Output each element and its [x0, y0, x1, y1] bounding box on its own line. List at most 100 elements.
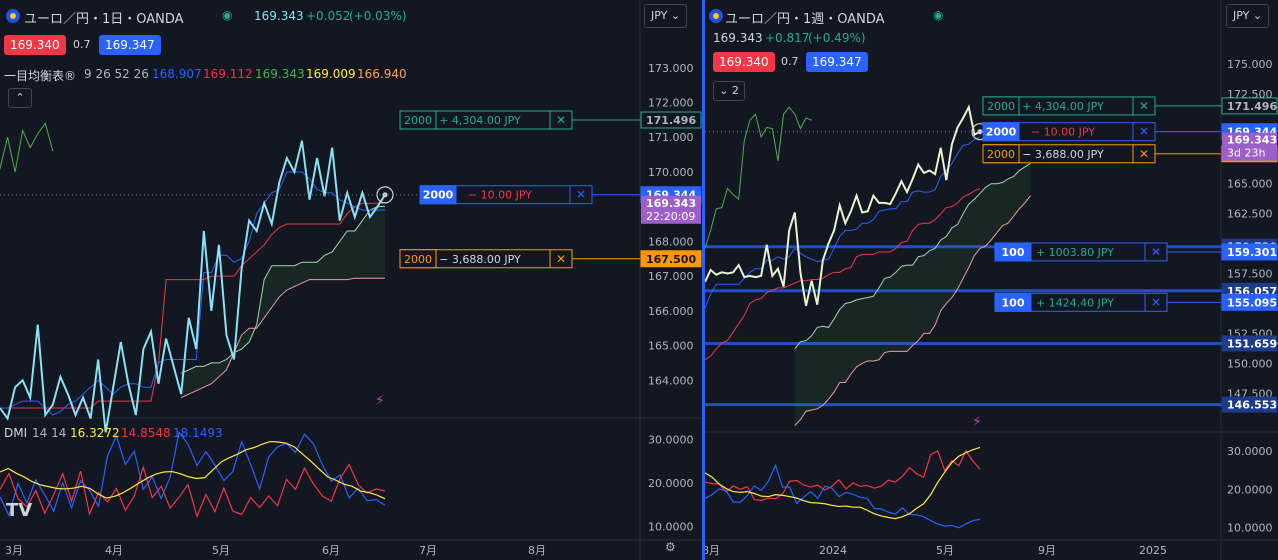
- time-tick-label: 2024: [819, 544, 847, 557]
- dmi-label[interactable]: DMI: [4, 426, 27, 440]
- dmi-value-minus: 14.8548: [121, 426, 171, 440]
- currency-select[interactable]: JPY ⌄: [644, 4, 688, 28]
- order-qty: 2000: [987, 148, 1015, 161]
- countdown-label: 3d 23h: [1227, 147, 1265, 160]
- price-change-pct: (+0.49%): [808, 31, 866, 45]
- order-pnl: + 4,304.00 JPY: [1022, 100, 1104, 113]
- buy-button[interactable]: 169.347: [99, 35, 161, 55]
- left-chart-svg[interactable]: 173.000 172.000 171.000 170.000 168.000 167.0…: [0, 0, 702, 560]
- close-order-icon: ✕: [556, 113, 566, 127]
- order-pnl: + 1003.80 JPY: [1036, 246, 1114, 259]
- dmi-tick-label: 20.0000: [1227, 483, 1273, 496]
- market-status-icon: ◉: [222, 8, 233, 22]
- dmi-minus-di-line: [0, 463, 386, 519]
- order-price-label: 171.496: [646, 114, 696, 127]
- price-change: +0.052: [306, 9, 351, 23]
- flash-icon[interactable]: ⚡: [972, 414, 982, 430]
- price-tick-label: 162.500: [1227, 208, 1273, 221]
- ichimoku-value-span-b: 166.940: [357, 67, 407, 81]
- dmi-plus-di-line: [0, 431, 386, 518]
- dmi-tick-label: 10.0000: [1227, 521, 1273, 534]
- collapse-indicators-button[interactable]: ⌃: [8, 88, 32, 108]
- price-tick-label: 165.000: [1227, 178, 1273, 191]
- price-change-pct: (+0.03%): [349, 9, 407, 23]
- price-tick-label: 164.000: [648, 374, 694, 387]
- time-tick-label: 8月: [528, 544, 546, 557]
- price-tick-label: 175.000: [1227, 58, 1273, 71]
- ichimoku-value-span-a: 169.009: [306, 67, 356, 81]
- symbol-logo-icon: [708, 8, 724, 27]
- order-pnl: − 10.00 JPY: [1031, 126, 1095, 139]
- order-qty: 2000: [986, 126, 1017, 139]
- close-order-icon: ✕: [1139, 99, 1149, 113]
- time-tick-label: 7月: [419, 544, 437, 557]
- time-tick-label: 5月: [212, 544, 230, 557]
- dmi-minus-di-line: [705, 463, 981, 529]
- spread: 0.7: [73, 38, 91, 51]
- price-tick-label: 168.000: [648, 235, 694, 248]
- order-qty: 2000: [404, 253, 432, 266]
- market-status-icon: ◉: [933, 8, 944, 22]
- ichimoku-value-base: 169.112: [203, 67, 253, 81]
- order-qty: 100: [1002, 296, 1025, 309]
- chevron-up-icon: ⌃: [15, 91, 25, 104]
- dmi-tick-label: 10.0000: [648, 520, 694, 533]
- order-price-label: 171.496: [1227, 100, 1277, 113]
- order-pnl: − 3,688.00 JPY: [1022, 148, 1104, 161]
- order-qty: 2000: [404, 114, 432, 127]
- ichimoku-label[interactable]: 一目均衡表®: [4, 67, 76, 84]
- sell-button[interactable]: 169.340: [4, 35, 66, 55]
- dmi-adx-line: [0, 440, 386, 500]
- sell-button[interactable]: 169.340: [713, 52, 775, 72]
- price-tick-label: 150.000: [1227, 357, 1273, 370]
- time-tick-label: 3月: [5, 544, 23, 557]
- current-price-label: 169.343: [646, 197, 696, 210]
- buy-button[interactable]: 169.347: [806, 52, 868, 72]
- price-tick-label: 170.000: [648, 166, 694, 179]
- support-price-label: 146.553: [1227, 399, 1277, 412]
- close-order-icon: ✕: [1139, 125, 1149, 139]
- right-chart-svg[interactable]: 175.000172.500165.000162.500157.500152.5…: [705, 0, 1278, 560]
- close-order-icon: ✕: [556, 252, 566, 266]
- order-pnl: − 10.00 JPY: [468, 189, 532, 202]
- lagging-span-line: [0, 122, 54, 173]
- expand-indicators-button[interactable]: ⌄ 2: [713, 81, 745, 101]
- dmi-value-plus: 18.1493: [173, 426, 223, 440]
- order-qty: 100: [1002, 246, 1025, 259]
- last-price: 169.343: [713, 31, 763, 45]
- left-chart-pane[interactable]: 173.000 172.000 171.000 170.000 168.000 167.0…: [0, 0, 702, 560]
- price-change: +0.817: [765, 31, 810, 45]
- last-price: 169.343: [254, 9, 304, 23]
- dmi-value-adx: 16.3272: [70, 426, 120, 440]
- time-tick-label: 2025: [1139, 544, 1167, 557]
- close-order-icon: ✕: [1151, 295, 1161, 309]
- close-order-icon: ✕: [1151, 245, 1161, 259]
- currency-label: JPY: [651, 9, 668, 22]
- dmi-tick-label: 30.0000: [648, 433, 694, 446]
- currency-select[interactable]: JPY ⌄: [1226, 4, 1270, 28]
- price-tick-label: 171.000: [648, 131, 694, 144]
- price-tick-label: 157.500: [1227, 268, 1273, 281]
- order-pnl: + 1424.40 JPY: [1036, 296, 1114, 309]
- order-price-label: 159.301: [1227, 246, 1277, 259]
- order-price-label: 155.095: [1227, 296, 1277, 309]
- collapsed-count: 2: [731, 84, 739, 97]
- order-qty: 2000: [423, 189, 454, 202]
- time-tick-label: 8月: [705, 544, 720, 557]
- current-price-label: 169.343: [1227, 134, 1277, 147]
- price-tick-label: 173.000: [648, 62, 694, 75]
- order-pnl: + 4,304.00 JPY: [439, 114, 521, 127]
- settings-gear-icon[interactable]: ⚙: [665, 540, 676, 554]
- symbol-title[interactable]: ユーロ／円・1日・OANDA: [24, 8, 184, 27]
- right-chart-pane[interactable]: 175.000 172.500 165.000 162.500 157.500 152.5…: [705, 0, 1278, 560]
- symbol-title[interactable]: ユーロ／円・1週・OANDA: [725, 8, 885, 27]
- price-tick-label: 167.000: [648, 270, 694, 283]
- tradingview-logo: TV: [6, 500, 33, 521]
- price-tick-label: 166.000: [648, 305, 694, 318]
- time-tick-label: 6月: [322, 544, 340, 557]
- flash-icon[interactable]: ⚡: [375, 393, 385, 409]
- time-tick-label: 9月: [1038, 544, 1056, 557]
- spread: 0.7: [781, 55, 799, 68]
- close-order-icon: ✕: [576, 188, 586, 202]
- order-price-label: 167.500: [646, 253, 696, 266]
